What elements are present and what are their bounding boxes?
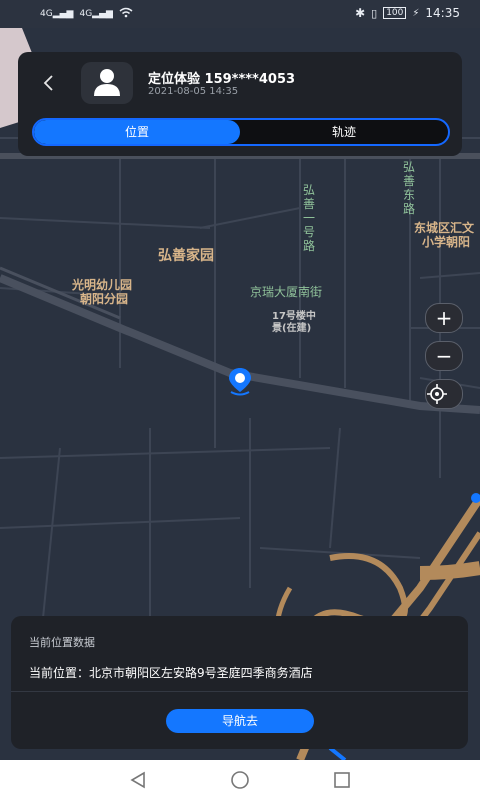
crosshair-icon (427, 384, 447, 404)
map-label-building-17b: 景(在建) (272, 323, 312, 334)
signal-icon: 4G▂▄▆ (40, 9, 74, 19)
location-value: 北京市朝阳区左安路9号圣庭四季商务酒店 (89, 666, 313, 680)
circle-home-icon (231, 771, 249, 789)
user-icon (94, 69, 120, 96)
tab-bar: 位置 轨迹 (32, 118, 450, 146)
charging-icon: ⚡ (412, 7, 420, 19)
current-location: 当前位置：北京市朝阳区左安路9号圣庭四季商务酒店 (29, 664, 313, 681)
map-label-street: 京瑞大厦南街 (250, 285, 323, 299)
map-label-kindergarten: 光明幼儿园 (72, 278, 133, 292)
tab-location[interactable]: 位置 (34, 120, 240, 144)
tab-track[interactable]: 轨迹 (240, 120, 448, 144)
status-bar: 4G▂▄▆ 4G▂▄▆ ✱ ▯ 100 ⚡ 14:35 (0, 0, 480, 28)
status-time: 14:35 (425, 6, 460, 20)
avatar[interactable] (81, 62, 133, 104)
signal-icon-2: 4G▂▄▆ (79, 9, 113, 19)
vibrate-icon: ▯ (371, 6, 378, 20)
back-button[interactable] (42, 74, 58, 94)
system-home-button[interactable] (229, 770, 251, 794)
location-label: 当前位置： (29, 666, 90, 680)
bluetooth-icon: ✱ (355, 6, 366, 20)
map-label-road-1: 弘善一号路 (303, 183, 316, 253)
map-label-hongshan: 弘善家园 (158, 248, 214, 264)
system-back-button[interactable] (128, 770, 148, 794)
navigate-button[interactable]: 导航去 (166, 709, 314, 733)
divider (11, 691, 468, 692)
system-nav-bar (0, 760, 480, 800)
zoom-in-button[interactable]: + (425, 303, 463, 333)
timestamp: 2021-08-05 14:35 (148, 86, 239, 97)
panel-heading: 当前位置数据 (29, 636, 95, 649)
header-card: 定位体验 159****4053 2021-08-05 14:35 位置 轨迹 (18, 52, 462, 156)
map-label-kindergarten-branch: 朝阳分园 (80, 292, 129, 306)
wifi-icon (119, 7, 133, 21)
battery-icon: 100 (383, 7, 407, 19)
chevron-left-icon (43, 75, 53, 91)
map-label-road-east: 弘善东路 (403, 160, 416, 216)
locate-button[interactable] (425, 379, 463, 409)
zoom-out-button[interactable]: − (425, 341, 463, 371)
system-recents-button[interactable] (332, 770, 352, 794)
page-title: 定位体验 159****4053 (148, 72, 296, 87)
triangle-back-icon (130, 771, 145, 789)
square-recents-icon (334, 772, 350, 788)
location-panel: 当前位置数据 当前位置：北京市朝阳区左安路9号圣庭四季商务酒店 导航去 (11, 616, 468, 749)
map-label-school: 东城区汇文 (414, 221, 475, 235)
status-left: 4G▂▄▆ 4G▂▄▆ (40, 7, 133, 21)
map-label-school-2: 小学朝阳 (422, 235, 471, 249)
status-right: ✱ ▯ 100 ⚡ 14:35 (355, 6, 460, 20)
